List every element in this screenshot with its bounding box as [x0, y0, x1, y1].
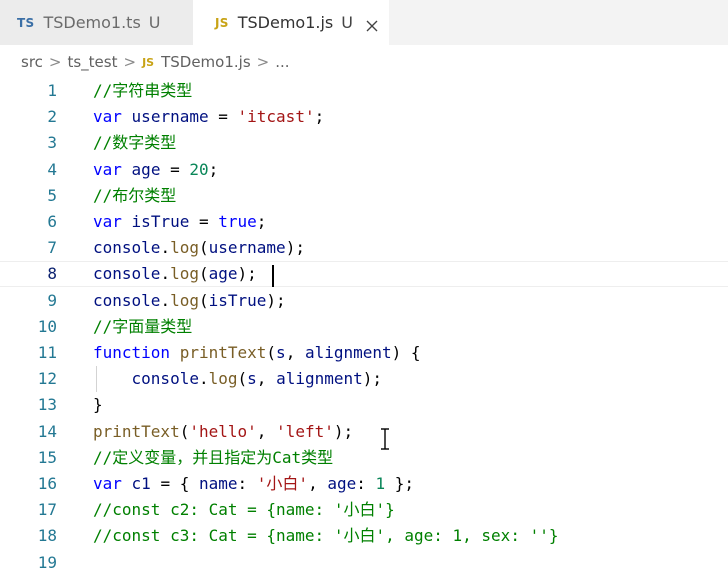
- code-line[interactable]: 13}: [0, 392, 728, 418]
- code-line[interactable]: 6 var isTrue = true;: [0, 209, 728, 235]
- line-number: 7: [47, 238, 57, 258]
- line-number: 3: [47, 133, 57, 153]
- code-line[interactable]: 19: [0, 550, 728, 576]
- code-line[interactable]: 5 //布尔类型: [0, 183, 728, 209]
- code-line[interactable]: 14 printText('hello', 'left');: [0, 419, 728, 445]
- code-text: console.log(s, alignment);: [131, 369, 383, 389]
- breadcrumb: src > ts_test > JS TSDemo1.js > ...: [21, 49, 290, 75]
- code-line[interactable]: 18 //const c3: Cat = {name: '小白', age: 1,…: [0, 523, 728, 549]
- line-number: 19: [37, 552, 57, 572]
- code-text: var username = 'itcast';: [93, 107, 325, 127]
- indent-guide: [96, 366, 97, 392]
- ts-file-icon: TS: [17, 15, 35, 30]
- code-text: //字符串类型: [93, 81, 193, 100]
- line-number: 18: [37, 526, 57, 546]
- line-number: 16: [37, 474, 57, 493]
- code-text: console.log(username);: [93, 238, 305, 258]
- ibeam-cursor-icon: [379, 427, 391, 451]
- breadcrumb-item-src[interactable]: src: [21, 53, 43, 71]
- line-number: 17: [37, 500, 57, 520]
- breadcrumb-item-symbols[interactable]: ...: [275, 53, 289, 71]
- line-number: 15: [37, 447, 57, 467]
- chevron-right-icon: >: [123, 53, 137, 71]
- line-number: 9: [47, 290, 57, 310]
- tab-tsdemo1-ts[interactable]: TS TSDemo1.ts U: [0, 0, 193, 45]
- js-file-icon: JS: [215, 15, 229, 30]
- tab-tsdemo1-js[interactable]: JS TSDemo1.js U: [193, 0, 389, 45]
- code-line[interactable]: 10 //字面量类型: [0, 314, 728, 340]
- text-caret: [272, 265, 274, 287]
- code-line[interactable]: 17 //const c2: Cat = {name: '小白'}: [0, 497, 728, 523]
- line-number: 11: [37, 343, 57, 362]
- chevron-right-icon: >: [256, 53, 270, 71]
- tab-status-badge: U: [148, 13, 161, 32]
- breadcrumb-item-file[interactable]: TSDemo1.js: [161, 53, 251, 71]
- code-text: //字面量类型: [93, 316, 193, 336]
- code-line[interactable]: 15 //定义变量，并且指定为Cat类型: [0, 445, 728, 471]
- tab-bar: TS TSDemo1.ts U JS TSDemo1.js U: [0, 0, 728, 45]
- code-line[interactable]: 3 //数字类型: [0, 130, 728, 156]
- code-line[interactable]: 2 var username = 'itcast';: [0, 104, 728, 130]
- code-line[interactable]: 1 //字符串类型: [0, 78, 728, 104]
- tab-label: TSDemo1.js: [237, 13, 334, 32]
- line-number: 6: [47, 212, 57, 231]
- line-number: 5: [47, 185, 57, 205]
- code-text: var isTrue = true;: [93, 212, 267, 231]
- code-text: var age = 20;: [93, 159, 219, 179]
- line-number: 14: [37, 421, 57, 441]
- breadcrumb-item-ts-test[interactable]: ts_test: [67, 53, 117, 71]
- line-number: 13: [37, 395, 57, 415]
- chevron-right-icon: >: [48, 53, 62, 71]
- code-line[interactable]: 11 function printText(s, alignment) {: [0, 340, 728, 366]
- close-icon[interactable]: [366, 17, 378, 31]
- code-text: //const c2: Cat = {name: '小白'}: [93, 500, 395, 520]
- tab-label: TSDemo1.ts: [43, 13, 141, 32]
- line-number: 4: [47, 159, 57, 179]
- code-text: //const c3: Cat = {name: '小白', age: 1, s…: [93, 526, 559, 546]
- line-number: 12: [37, 369, 57, 389]
- code-line[interactable]: 12 console.log(s, alignment);: [0, 366, 728, 392]
- code-line[interactable]: 8 console.log(age);: [0, 261, 728, 288]
- code-text: var c1 = { name: '小白', age: 1 };: [93, 474, 415, 493]
- line-number: 10: [37, 316, 57, 336]
- code-line[interactable]: 16 var c1 = { name: '小白', age: 1 };: [0, 471, 728, 497]
- code-text: printText('hello', 'left');: [93, 421, 354, 441]
- code-text: //布尔类型: [93, 185, 177, 205]
- code-text: //定义变量，并且指定为Cat类型: [93, 447, 334, 467]
- code-text: function printText(s, alignment) {: [93, 343, 421, 362]
- line-number: 2: [47, 107, 57, 127]
- code-text: //数字类型: [93, 133, 177, 153]
- line-number: 8: [47, 264, 57, 284]
- code-line[interactable]: 9 console.log(isTrue);: [0, 288, 728, 314]
- js-file-icon: JS: [142, 55, 155, 69]
- tab-status-badge: U: [341, 13, 353, 32]
- code-line[interactable]: 7 console.log(username);: [0, 235, 728, 261]
- code-text: }: [93, 395, 103, 415]
- code-text: console.log(age);: [93, 264, 257, 284]
- code-text: console.log(isTrue);: [93, 290, 286, 310]
- code-line[interactable]: 4 var age = 20;: [0, 157, 728, 183]
- line-number: 1: [47, 81, 57, 100]
